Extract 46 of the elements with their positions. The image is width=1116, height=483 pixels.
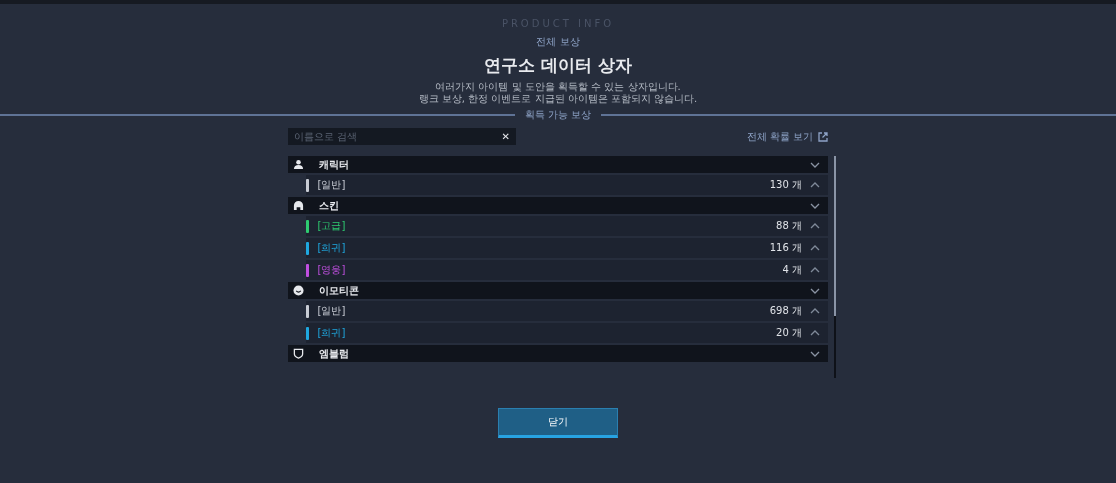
chevron-down-icon	[810, 202, 820, 209]
close-button[interactable]: 닫기	[498, 408, 618, 438]
grade-row[interactable]: [고급] 88 개	[306, 216, 828, 236]
external-link-icon	[818, 131, 828, 142]
item-count: 4 개	[782, 263, 802, 277]
description: 여러가지 아이템 및 도안을 획득할 수 있는 상자입니다. 랭크 보상, 한정 이벤트로 지급된 아이템은 포함되지 않습니다.	[418, 81, 698, 105]
chevron-down-icon	[810, 350, 820, 357]
grade-label: [일반]	[317, 304, 347, 318]
chevron-up-icon	[810, 330, 820, 336]
grade-label: [영웅]	[317, 263, 347, 277]
close-icon[interactable]: ✕	[501, 131, 510, 142]
chevron-up-icon	[810, 182, 820, 188]
category-row[interactable]: 캐릭터	[288, 156, 828, 173]
grade-label: [일반]	[317, 178, 347, 192]
grade-row[interactable]: [희귀] 116 개	[306, 238, 828, 258]
grade-row[interactable]: [일반] 130 개	[306, 175, 828, 195]
category-row[interactable]: 엠블럼	[288, 345, 828, 362]
chevron-down-icon	[810, 161, 820, 168]
grade-row[interactable]: [영웅] 4 개	[306, 260, 828, 280]
smiley-icon	[292, 285, 304, 296]
subtitle: 전체 보상	[536, 36, 580, 48]
chevron-up-icon	[810, 267, 820, 273]
grade-label: [희귀]	[317, 241, 347, 255]
item-count: 698 개	[769, 304, 802, 318]
item-count: 88 개	[776, 219, 802, 233]
view-all-link[interactable]: 전체 확률 보기	[746, 129, 828, 144]
category-row[interactable]: 스킨	[288, 197, 828, 214]
grade-label: [희귀]	[317, 326, 347, 340]
grade-row[interactable]: [일반] 698 개	[306, 301, 828, 321]
search-field[interactable]: 이름으로 검색 ✕	[288, 128, 516, 145]
helmet-icon	[292, 200, 304, 211]
chevron-down-icon	[810, 287, 820, 294]
item-count: 20 개	[776, 326, 802, 340]
grade-row[interactable]: [희귀] 20 개	[306, 323, 828, 343]
item-count: 130 개	[769, 178, 802, 192]
scrollbar-thumb[interactable]	[834, 156, 836, 316]
chevron-up-icon	[810, 308, 820, 314]
shield-icon	[292, 348, 304, 359]
person-icon	[292, 159, 304, 170]
chevron-up-icon	[810, 223, 820, 229]
dialog-title: 연구소 데이터 상자	[484, 54, 632, 76]
item-count: 116 개	[769, 241, 802, 255]
category-row[interactable]: 이모티콘	[288, 282, 828, 299]
section-title: 획득 가능 보상	[524, 108, 592, 122]
grade-label: [고급]	[317, 219, 347, 233]
chevron-up-icon	[810, 245, 820, 251]
